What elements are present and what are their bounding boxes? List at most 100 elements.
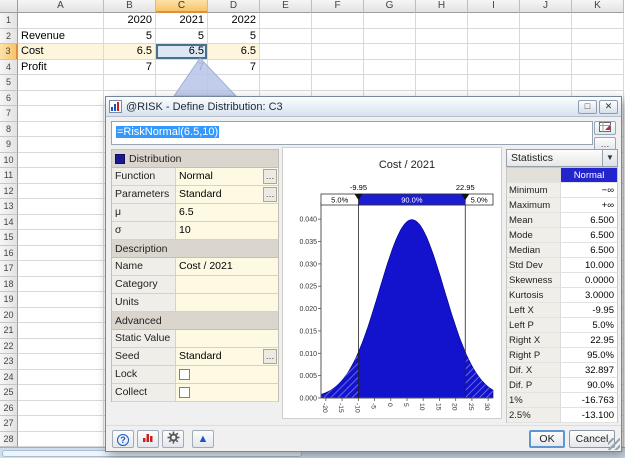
cell-B2[interactable]: 5 bbox=[104, 28, 156, 44]
cell-A5[interactable] bbox=[18, 75, 104, 91]
row-header-27[interactable]: 27 bbox=[0, 416, 18, 432]
column-header-J[interactable]: J bbox=[520, 0, 572, 13]
cell-I2[interactable] bbox=[468, 28, 520, 44]
cell-E2[interactable] bbox=[260, 28, 312, 44]
row-header-25[interactable]: 25 bbox=[0, 385, 18, 401]
ok-button[interactable]: OK bbox=[529, 430, 565, 448]
parameter-value-field[interactable]: Normal… bbox=[176, 168, 279, 186]
cell-I3[interactable] bbox=[468, 44, 520, 60]
cell-A15[interactable] bbox=[18, 230, 104, 246]
cell-B5[interactable] bbox=[104, 75, 156, 91]
cell-J2[interactable] bbox=[520, 28, 572, 44]
dialog-titlebar[interactable]: @RISK - Define Distribution: C3 □ ✕ bbox=[106, 97, 621, 117]
parameter-value-field[interactable] bbox=[176, 384, 279, 402]
cell-A23[interactable] bbox=[18, 354, 104, 370]
row-header-17[interactable]: 17 bbox=[0, 261, 18, 277]
settings-gear-button[interactable] bbox=[162, 430, 184, 448]
cell-J4[interactable] bbox=[520, 59, 572, 75]
cell-E5[interactable] bbox=[260, 75, 312, 91]
cell-F3[interactable] bbox=[312, 44, 364, 60]
cell-B1[interactable]: 2020 bbox=[104, 13, 156, 29]
parameter-value-field[interactable] bbox=[176, 294, 279, 312]
cell-F5[interactable] bbox=[312, 75, 364, 91]
row-header-7[interactable]: 7 bbox=[0, 106, 18, 122]
cell-G4[interactable] bbox=[364, 59, 416, 75]
column-header-A[interactable]: A bbox=[18, 0, 104, 13]
column-header-E[interactable]: E bbox=[260, 0, 312, 13]
more-options-button[interactable]: … bbox=[263, 169, 277, 184]
cell-J1[interactable] bbox=[520, 13, 572, 29]
column-header-H[interactable]: H bbox=[416, 0, 468, 13]
cell-A26[interactable] bbox=[18, 400, 104, 416]
cell-J3[interactable] bbox=[520, 44, 572, 60]
parameter-value-field[interactable]: 6.5 bbox=[176, 204, 279, 222]
column-header-D[interactable]: D bbox=[208, 0, 260, 13]
row-header-8[interactable]: 8 bbox=[0, 121, 18, 137]
column-header-F[interactable]: F bbox=[312, 0, 364, 13]
distribution-artist-button[interactable]: ▲ bbox=[192, 430, 214, 448]
cell-A7[interactable] bbox=[18, 106, 104, 122]
cell-E4[interactable] bbox=[260, 59, 312, 75]
cell-B4[interactable]: 7 bbox=[104, 59, 156, 75]
cell-H1[interactable] bbox=[416, 13, 468, 29]
column-header-C[interactable]: C bbox=[156, 0, 208, 13]
cell-K3[interactable] bbox=[572, 44, 624, 60]
formula-input[interactable]: =RiskNormal(6.5,10) bbox=[111, 121, 593, 145]
cell-I1[interactable] bbox=[468, 13, 520, 29]
cell-F4[interactable] bbox=[312, 59, 364, 75]
chart-options-button[interactable] bbox=[137, 430, 159, 448]
checkbox[interactable] bbox=[179, 369, 190, 380]
cell-A2[interactable]: Revenue bbox=[18, 28, 104, 44]
cell-A13[interactable] bbox=[18, 199, 104, 215]
cell-F1[interactable] bbox=[312, 13, 364, 29]
row-header-20[interactable]: 20 bbox=[0, 307, 18, 323]
row-header-10[interactable]: 10 bbox=[0, 152, 18, 168]
cell-K2[interactable] bbox=[572, 28, 624, 44]
cell-G1[interactable] bbox=[364, 13, 416, 29]
more-options-button[interactable]: … bbox=[263, 187, 277, 202]
more-options-button[interactable]: … bbox=[263, 349, 277, 364]
checkbox[interactable] bbox=[179, 387, 190, 398]
cell-A9[interactable] bbox=[18, 137, 104, 153]
cell-H5[interactable] bbox=[416, 75, 468, 91]
row-header-14[interactable]: 14 bbox=[0, 214, 18, 230]
row-header-16[interactable]: 16 bbox=[0, 245, 18, 261]
cell-A21[interactable] bbox=[18, 323, 104, 339]
cell-A27[interactable] bbox=[18, 416, 104, 432]
cell-H4[interactable] bbox=[416, 59, 468, 75]
cell-D2[interactable]: 5 bbox=[208, 28, 260, 44]
parameter-value-field[interactable] bbox=[176, 276, 279, 294]
cell-A12[interactable] bbox=[18, 183, 104, 199]
cell-G5[interactable] bbox=[364, 75, 416, 91]
row-header-12[interactable]: 12 bbox=[0, 183, 18, 199]
cell-K1[interactable] bbox=[572, 13, 624, 29]
parameter-value-field[interactable]: Standard… bbox=[176, 348, 279, 366]
cell-A3[interactable]: Cost bbox=[18, 44, 104, 60]
cell-G2[interactable] bbox=[364, 28, 416, 44]
row-header-19[interactable]: 19 bbox=[0, 292, 18, 308]
cell-B3[interactable]: 6.5 bbox=[104, 44, 156, 60]
row-header-5[interactable]: 5 bbox=[0, 75, 18, 91]
row-header-24[interactable]: 24 bbox=[0, 369, 18, 385]
statistics-dropdown[interactable]: Statistics ▼ bbox=[506, 149, 618, 167]
cell-E1[interactable] bbox=[260, 13, 312, 29]
cell-A18[interactable] bbox=[18, 276, 104, 292]
parameter-value-field[interactable]: Standard… bbox=[176, 186, 279, 204]
parameter-value-field[interactable]: Cost / 2021 bbox=[176, 258, 279, 276]
cell-A20[interactable] bbox=[18, 307, 104, 323]
cell-A4[interactable]: Profit bbox=[18, 59, 104, 75]
cell-A11[interactable] bbox=[18, 168, 104, 184]
cell-C1[interactable]: 2021 bbox=[156, 13, 208, 29]
row-header-9[interactable]: 9 bbox=[0, 137, 18, 153]
cell-A24[interactable] bbox=[18, 369, 104, 385]
help-button[interactable]: ? bbox=[112, 430, 134, 448]
row-header-1[interactable]: 1 bbox=[0, 13, 18, 29]
cell-reference-button[interactable] bbox=[594, 121, 616, 135]
cell-H2[interactable] bbox=[416, 28, 468, 44]
cell-A10[interactable] bbox=[18, 152, 104, 168]
cell-A19[interactable] bbox=[18, 292, 104, 308]
row-header-26[interactable]: 26 bbox=[0, 400, 18, 416]
row-header-3[interactable]: 3 bbox=[0, 44, 18, 60]
cell-A14[interactable] bbox=[18, 214, 104, 230]
row-header-6[interactable]: 6 bbox=[0, 90, 18, 106]
